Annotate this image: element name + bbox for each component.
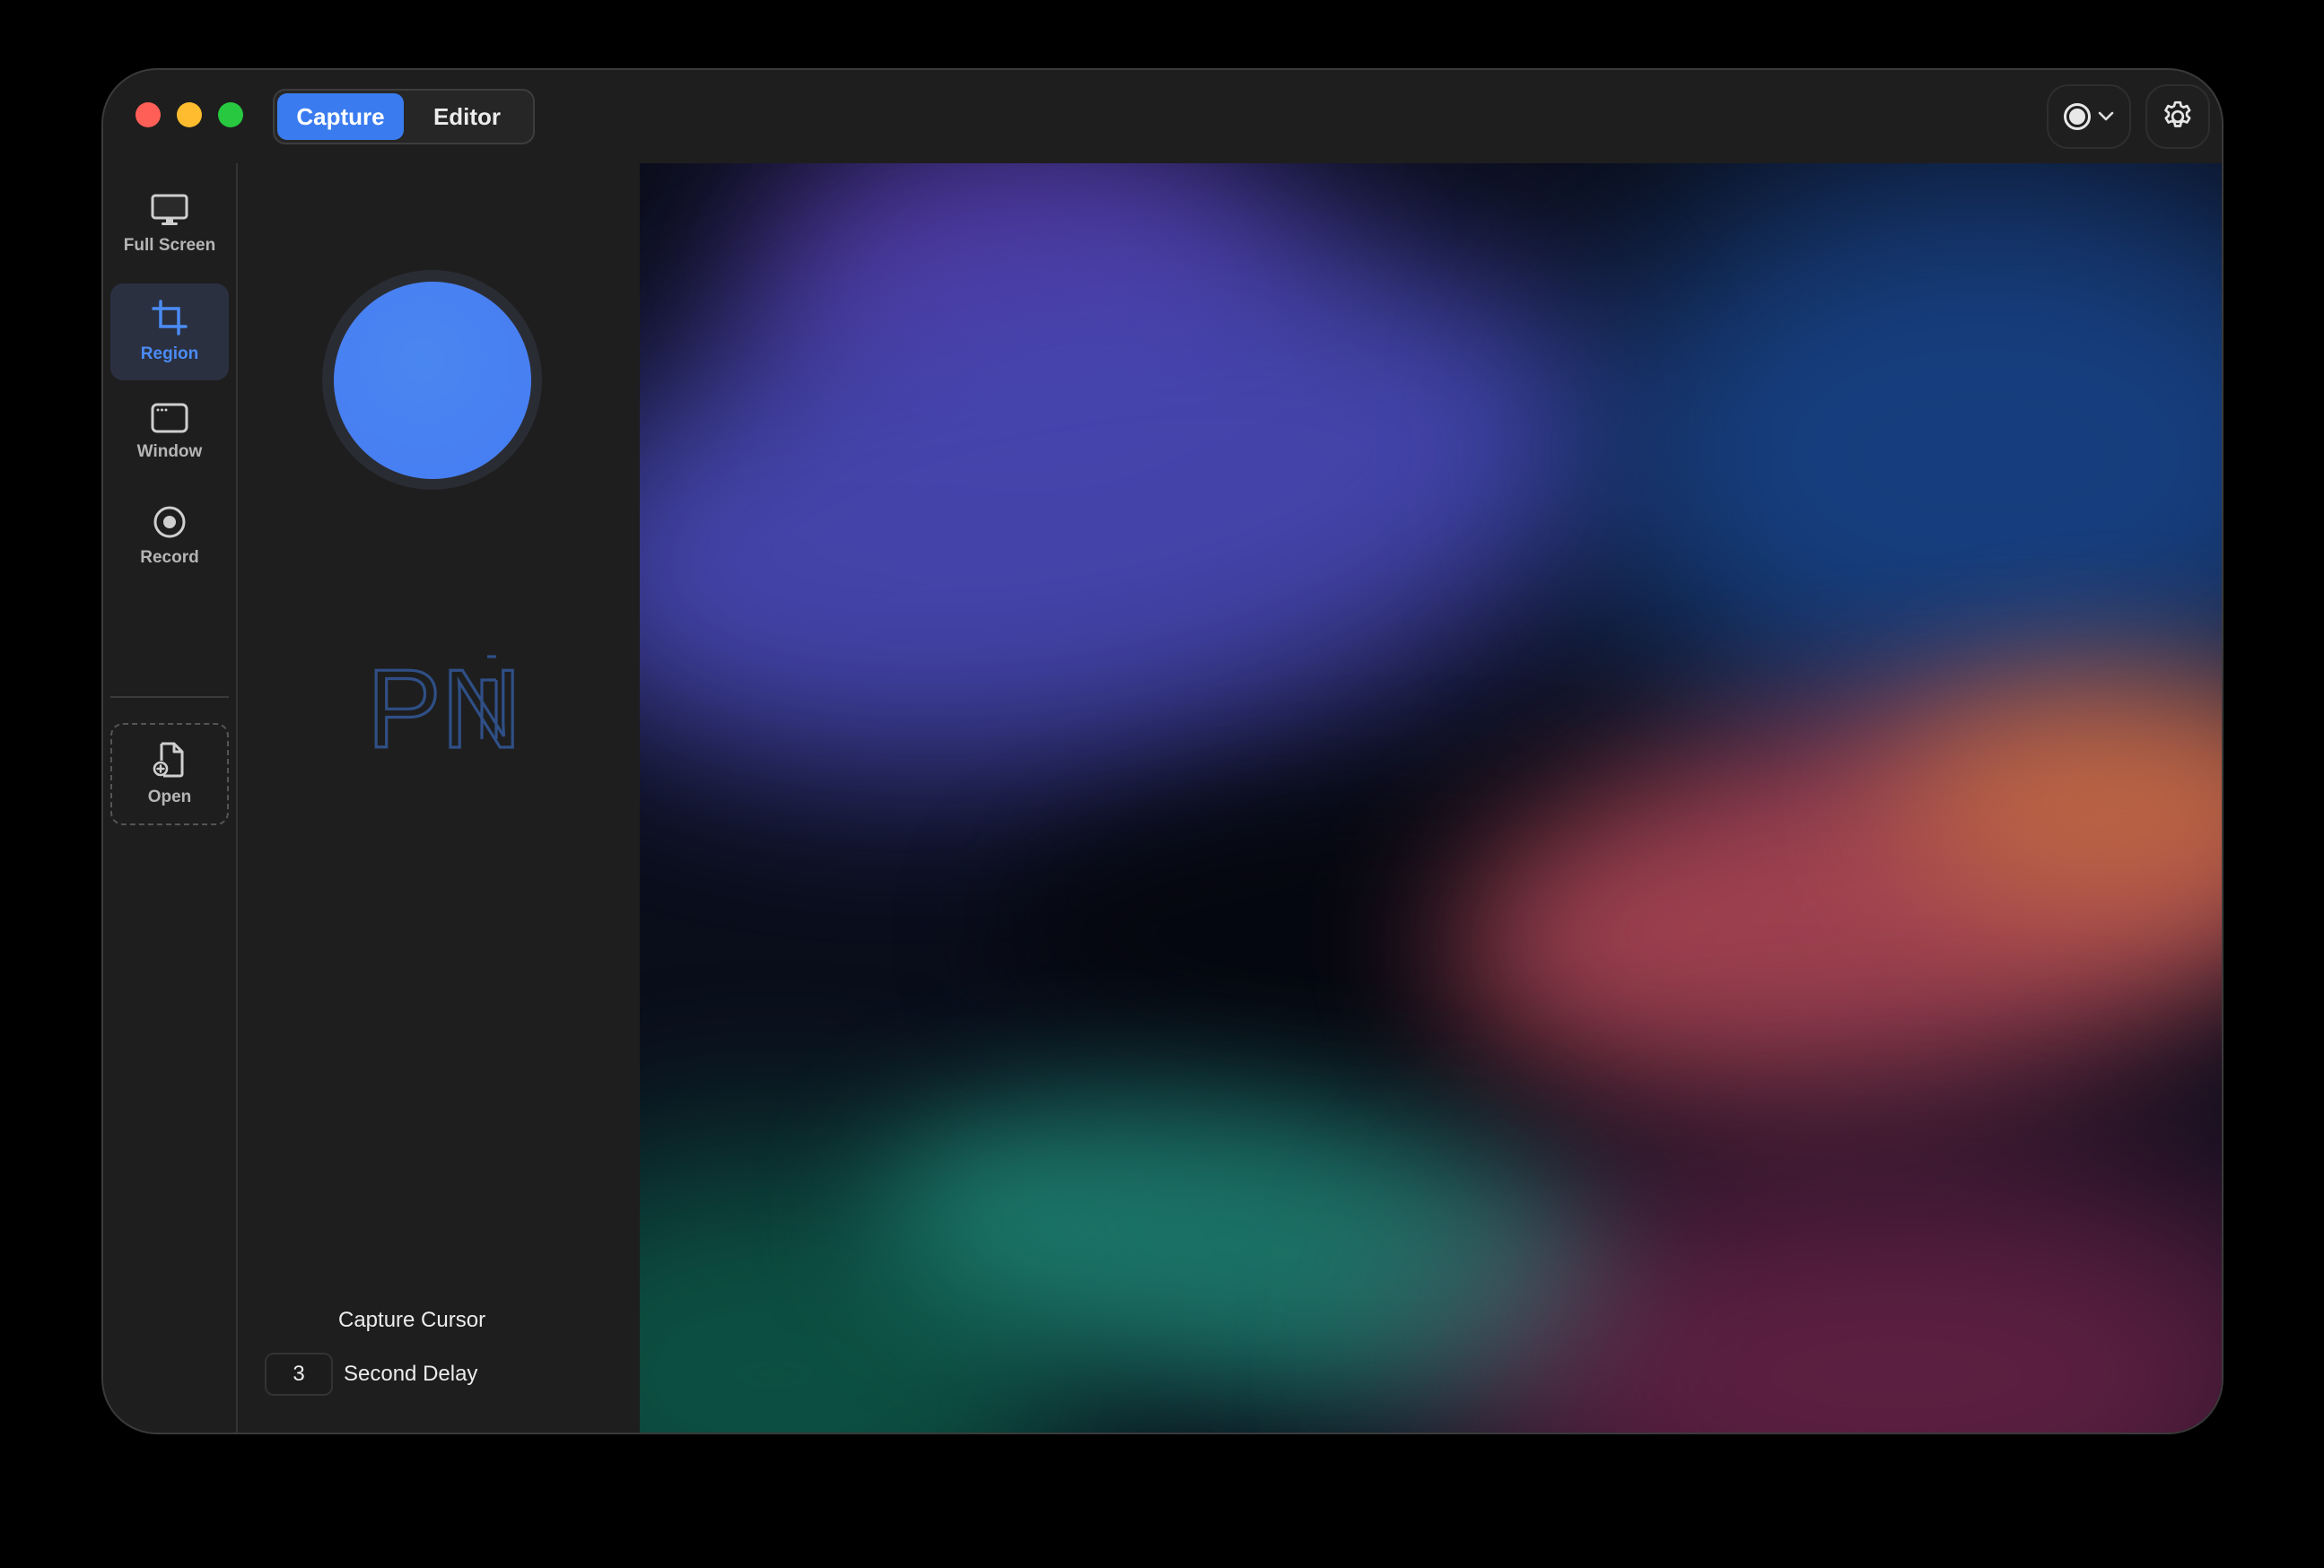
app-window: Capture Editor Full Screen Region Window… — [101, 68, 2224, 1434]
sidebar-item-label: Full Screen — [123, 236, 216, 255]
open-label: Open — [147, 788, 192, 806]
capture-cursor-label: Capture Cursor — [338, 1308, 486, 1332]
tab-editor[interactable]: Editor — [404, 93, 530, 140]
sidebar-item-label: Record — [140, 548, 199, 567]
sidebar-item-full-screen[interactable]: Full Screen — [110, 176, 229, 273]
window-icon — [151, 403, 188, 433]
open-file-button[interactable]: Open — [110, 723, 229, 825]
sidebar-item-label: Region — [140, 344, 199, 363]
minimize-window-button[interactable] — [177, 102, 202, 127]
settings-button[interactable] — [2145, 84, 2210, 149]
sidebar-item-record[interactable]: Record — [110, 488, 229, 585]
delay-seconds-input[interactable]: 3 — [265, 1353, 333, 1396]
svg-text:PN: PN — [367, 653, 516, 761]
sidebar-divider — [110, 696, 229, 698]
app-logo: PN — [365, 653, 516, 761]
crop-icon — [152, 300, 188, 335]
record-icon — [153, 506, 186, 538]
capture-preview-area[interactable] — [640, 163, 2222, 1433]
record-circle-icon — [2064, 103, 2091, 130]
record-mode-dropdown[interactable] — [2047, 84, 2131, 149]
second-delay-label: Second Delay — [344, 1362, 478, 1386]
monitor-icon — [151, 194, 188, 225]
maximize-window-button[interactable] — [218, 102, 243, 127]
sidebar-item-label: Window — [136, 442, 203, 461]
capture-mode-sidebar: Full Screen Region Window Record Open — [103, 163, 238, 1433]
file-add-icon — [153, 742, 184, 778]
tab-capture[interactable]: Capture — [277, 93, 404, 140]
gear-icon — [2164, 100, 2191, 127]
mode-segmented-control: Capture Editor — [273, 89, 535, 144]
sidebar-item-region[interactable]: Region — [110, 283, 229, 380]
close-window-button[interactable] — [135, 102, 161, 127]
chevron-down-icon — [2098, 107, 2114, 127]
sidebar-item-window[interactable]: Window — [110, 384, 229, 481]
capture-shutter-button[interactable] — [322, 270, 542, 490]
